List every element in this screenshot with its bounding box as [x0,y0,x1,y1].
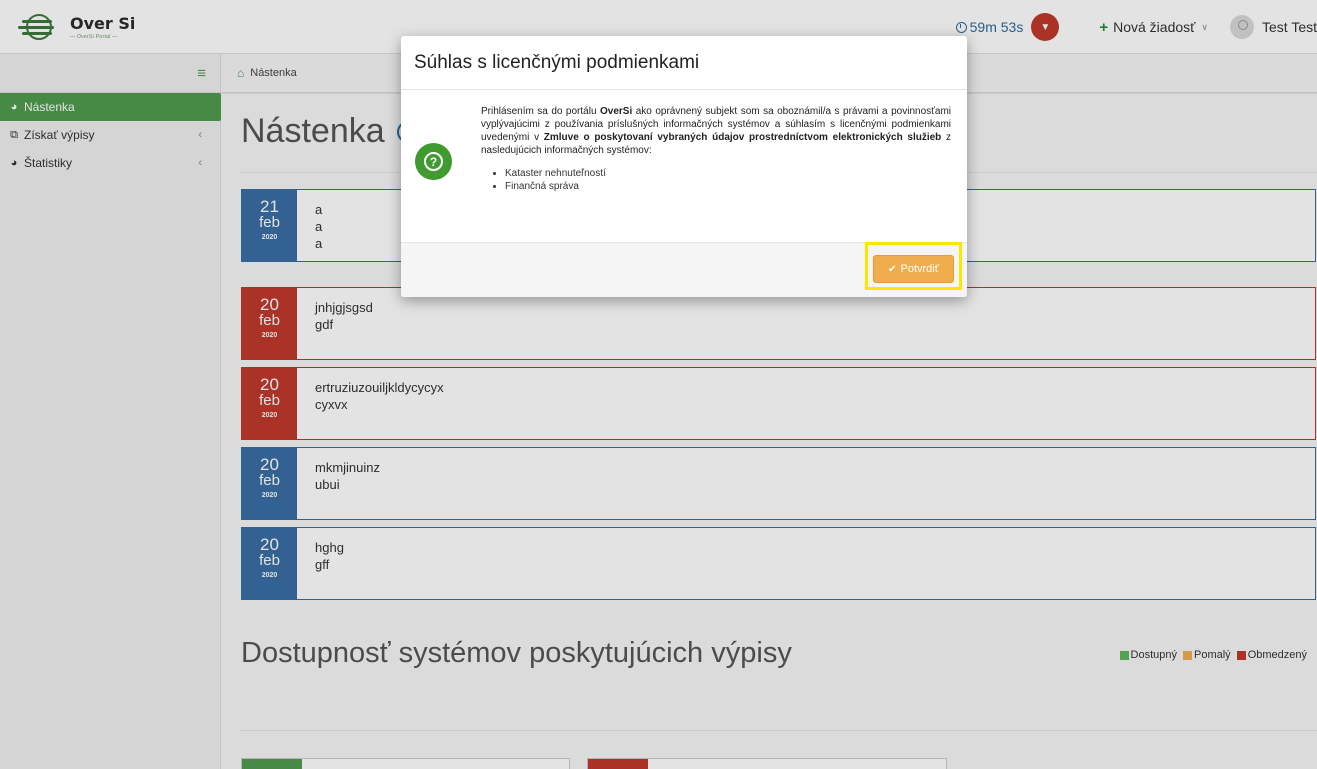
consent-contract-name: Zmluve o poskytovaní vybraných údajov pr… [543,132,942,143]
system-item: Finančná správa [505,180,951,193]
system-item: Kataster nehnuteľností [505,167,951,180]
systems-list: Kataster nehnuteľností Finančná správa [505,167,951,193]
dialog-title: Súhlas s licenčnými podmienkami [414,52,700,73]
question-icon: ? [415,143,452,180]
confirm-label: Potvrdiť [900,263,939,275]
license-consent-dialog: Súhlas s licenčnými podmienkami ? Prihlá… [401,36,967,297]
dialog-body: ? Prihlásením sa do portálu OverSi ako o… [401,90,967,242]
consent-text: Prihlásením sa do portálu OverSi ako opr… [481,105,951,157]
consent-text-part: Prihlásením sa do portálu [481,106,600,117]
confirm-button[interactable]: ✔ Potvrdiť [873,255,954,283]
check-icon: ✔ [888,263,897,275]
consent-brand: OverSi [600,106,633,117]
dialog-header: Súhlas s licenčnými podmienkami [401,36,967,90]
